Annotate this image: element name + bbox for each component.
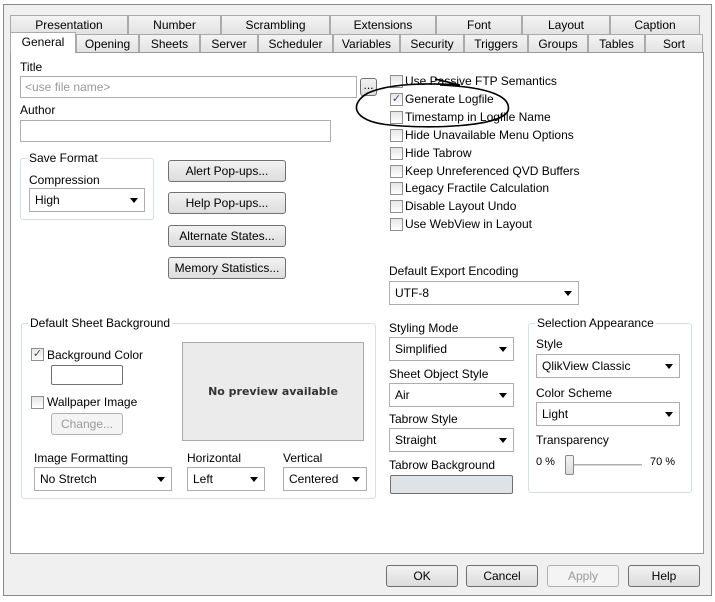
sheet-object-style-select[interactable]: Air — [389, 383, 514, 407]
tabrow-style-label: Tabrow Style — [389, 412, 458, 426]
alternate-states-button[interactable]: Alternate States... — [168, 225, 286, 247]
background-color-label: Background Color — [47, 348, 144, 362]
chevron-down-icon — [499, 393, 507, 398]
memory-statistics-button[interactable]: Memory Statistics... — [168, 257, 286, 279]
compression-value: High — [35, 193, 60, 207]
checkbox[interactable] — [390, 200, 403, 214]
checkbox[interactable] — [390, 164, 403, 178]
tab-extensions[interactable]: Extensions — [330, 15, 436, 34]
tab-variables[interactable]: Variables — [333, 34, 400, 53]
tabrow-style-select[interactable]: Straight — [389, 428, 514, 452]
export-encoding-label: Default Export Encoding — [389, 264, 519, 278]
image-formatting-label: Image Formatting — [34, 451, 129, 465]
checkbox-label: Use WebView in Layout — [405, 217, 532, 232]
ok-button[interactable]: OK — [386, 565, 458, 587]
selection-style-value: QlikView Classic — [542, 359, 631, 373]
checkbox-label: Keep Unreferenced QVD Buffers — [405, 163, 580, 178]
checkbox[interactable] — [390, 146, 403, 160]
tab-tables[interactable]: Tables — [588, 34, 645, 53]
tab-number[interactable]: Number — [128, 15, 221, 34]
export-encoding-value: UTF-8 — [395, 286, 429, 300]
compression-label: Compression — [29, 173, 100, 187]
chevron-down-icon — [564, 291, 572, 296]
tab-font[interactable]: Font — [436, 15, 522, 34]
chevron-down-icon — [130, 198, 138, 203]
chevron-down-icon — [157, 477, 165, 482]
vertical-select[interactable]: Centered — [283, 467, 367, 491]
tab-sheets[interactable]: Sheets — [139, 34, 200, 53]
transparency-min-label: 0 % — [536, 456, 555, 468]
checkbox[interactable] — [390, 218, 403, 232]
transparency-slider-track[interactable] — [566, 464, 642, 466]
transparency-slider-thumb[interactable] — [565, 455, 574, 475]
chevron-down-icon — [250, 477, 258, 482]
export-encoding-select[interactable]: UTF-8 — [389, 281, 579, 305]
wallpaper-image-label: Wallpaper Image — [47, 395, 138, 409]
image-formatting-select[interactable]: No Stretch — [34, 467, 172, 491]
vertical-value: Centered — [289, 472, 339, 486]
selection-style-select[interactable]: QlikView Classic — [536, 354, 680, 378]
background-color-checkbox[interactable]: ✓ — [31, 348, 44, 361]
apply-button[interactable]: Apply — [547, 565, 619, 587]
tabrow-background-label: Tabrow Background — [389, 458, 496, 472]
horizontal-select[interactable]: Left — [187, 467, 265, 491]
author-input[interactable] — [20, 120, 331, 142]
title-label: Title — [20, 60, 43, 74]
transparency-max-label: 70 % — [650, 456, 676, 468]
selection-style-label: Style — [536, 337, 563, 351]
cancel-button[interactable]: Cancel — [466, 565, 538, 587]
chevron-down-icon — [665, 412, 673, 417]
tab-scrambling[interactable]: Scrambling — [221, 15, 330, 34]
sheet-object-style-label: Sheet Object Style — [389, 367, 489, 381]
wallpaper-preview: No preview available — [182, 342, 364, 441]
horizontal-label: Horizontal — [187, 451, 242, 465]
tab-triggers[interactable]: Triggers — [464, 34, 528, 53]
horizontal-value: Left — [193, 472, 214, 486]
author-label: Author — [20, 103, 56, 117]
annotation-circle — [355, 78, 510, 128]
tab-groups[interactable]: Groups — [528, 34, 588, 53]
compression-select[interactable]: High — [29, 188, 145, 212]
color-scheme-value: Light — [542, 407, 569, 421]
help-popups-button[interactable]: Help Pop-ups... — [168, 192, 286, 214]
styling-mode-label: Styling Mode — [389, 321, 459, 335]
chevron-down-icon — [665, 364, 673, 369]
tabrow-style-value: Straight — [395, 433, 437, 447]
tab-server[interactable]: Server — [200, 34, 258, 53]
tab-general[interactable]: General — [10, 32, 76, 53]
tab-security[interactable]: Security — [400, 34, 464, 53]
change-wallpaper-button[interactable]: Change... — [51, 413, 123, 435]
tab-scheduler[interactable]: Scheduler — [258, 34, 333, 53]
checkbox[interactable] — [390, 182, 403, 196]
selection-appearance-title: Selection Appearance — [535, 316, 656, 330]
tab-caption[interactable]: Caption — [610, 15, 700, 34]
wallpaper-image-checkbox[interactable] — [31, 396, 44, 409]
title-input[interactable]: <use file name> — [20, 76, 357, 98]
sheet-background-title: Default Sheet Background — [28, 316, 173, 330]
styling-mode-value: Simplified — [395, 342, 448, 356]
tab-sort[interactable]: Sort — [645, 34, 703, 53]
sheet-object-style-value: Air — [395, 388, 410, 402]
alert-popups-button[interactable]: Alert Pop-ups... — [168, 160, 286, 182]
chevron-down-icon — [352, 477, 360, 482]
checkbox-label: Disable Layout Undo — [405, 199, 517, 214]
tab-layout[interactable]: Layout — [522, 15, 610, 34]
tab-opening[interactable]: Opening — [76, 34, 139, 53]
chevron-down-icon — [499, 347, 507, 352]
image-formatting-value: No Stretch — [40, 472, 97, 486]
checkbox-label: Hide Tabrow — [405, 145, 472, 160]
color-scheme-select[interactable]: Light — [536, 402, 680, 426]
save-format-title: Save Format — [27, 151, 100, 165]
tabrow-background-swatch[interactable] — [390, 475, 513, 494]
styling-mode-select[interactable]: Simplified — [389, 337, 514, 361]
checkbox-label: Legacy Fractile Calculation — [405, 181, 550, 196]
vertical-label: Vertical — [283, 451, 323, 465]
chevron-down-icon — [499, 438, 507, 443]
help-button[interactable]: Help — [628, 565, 700, 587]
transparency-label: Transparency — [536, 433, 609, 447]
color-scheme-label: Color Scheme — [536, 386, 613, 400]
background-color-swatch[interactable] — [51, 365, 123, 385]
